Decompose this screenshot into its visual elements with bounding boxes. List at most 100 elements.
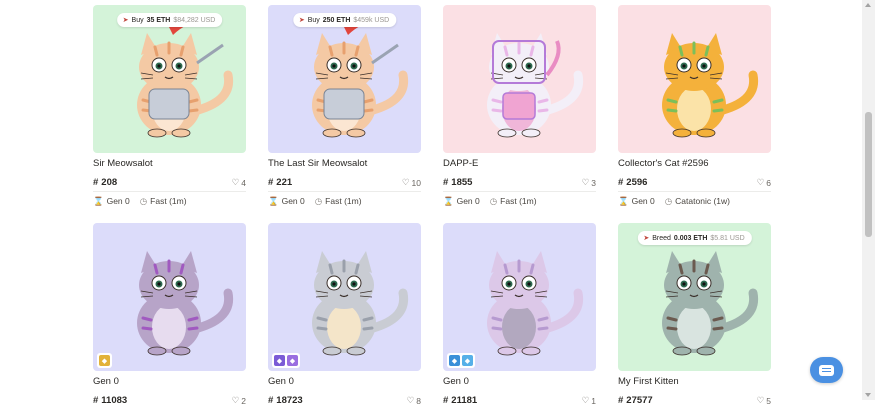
like-count: 6 [766, 177, 771, 188]
heart-icon: ♡ [581, 177, 590, 187]
kitty-name[interactable]: The Last Sir Meowsalot [268, 158, 367, 169]
kitty-id: #27577 [618, 395, 653, 406]
like-count: 1 [591, 395, 596, 406]
divider [268, 191, 421, 192]
kitty-meta: ⌛ Gen 0 ◷ Catatonic (1w) [618, 196, 730, 207]
hash-icon: # [443, 395, 449, 406]
kitty-card[interactable]: ◆ ◆ Gen 0 #21181 ♡ 1 [443, 223, 596, 413]
divider [443, 191, 596, 192]
cube-icon[interactable]: ◆ [462, 355, 473, 366]
clock-icon: ◷ [314, 196, 323, 206]
cattribute-badges: ◆ ◆ [272, 353, 300, 368]
kitty-card[interactable]: ➤ Buy 35 ETH $84,282 USD Sir Meowsalot #… [93, 5, 246, 206]
cattribute-badges: ◆ [97, 353, 112, 368]
kitty-card[interactable]: ➤ Breed 0.003 ETH $5.81 USD My First Kit… [618, 223, 771, 413]
coin-icon[interactable]: ◆ [99, 355, 110, 366]
kitty-image[interactable]: ◆ ◆ [443, 223, 596, 371]
kitty-image[interactable] [618, 5, 771, 153]
kitty-name[interactable]: DAPP-E [443, 158, 478, 169]
kitty-id-row: #18723 ♡ 8 [268, 395, 421, 409]
kitty-id-row: #1855 ♡ 3 [443, 177, 596, 191]
generation: Gen 0 [631, 196, 655, 206]
kitty-id-row: #2596 ♡ 6 [618, 177, 771, 191]
kitty-image[interactable] [443, 5, 596, 153]
kitty-card[interactable]: Collector's Cat #2596 #2596 ♡ 6 ⌛ Gen 0 ◷ C… [618, 5, 771, 206]
like-button[interactable]: ♡ 6 [757, 177, 771, 188]
like-button[interactable]: ♡ 3 [582, 177, 596, 188]
like-count: 5 [766, 395, 771, 406]
kitty-image[interactable]: ◆ ◆ [268, 223, 421, 371]
hash-icon: # [443, 177, 449, 188]
kitty-name[interactable]: Gen 0 [93, 376, 119, 387]
price-badge[interactable]: ➤ Buy 35 ETH $84,282 USD [116, 13, 223, 27]
chat-icon [819, 364, 834, 376]
heart-icon: ♡ [231, 177, 240, 187]
kitty-card[interactable]: ◆ ◆ Gen 0 #18723 ♡ 8 [268, 223, 421, 413]
price-usd: $459k USD [353, 16, 390, 24]
price-badge[interactable]: ➤ Buy 250 ETH $459k USD [292, 13, 397, 27]
heart-icon: ♡ [581, 395, 590, 405]
kitty-name[interactable]: Gen 0 [268, 376, 294, 387]
like-count: 3 [591, 177, 596, 188]
like-button[interactable]: ♡ 10 [402, 177, 421, 188]
kitty-id: #1855 [443, 177, 473, 188]
like-count: 10 [411, 177, 421, 188]
kitty-image[interactable]: ➤ Breed 0.003 ETH $5.81 USD [618, 223, 771, 371]
like-button[interactable]: ♡ 1 [582, 395, 596, 406]
scrollbar[interactable] [862, 0, 875, 400]
hash-icon: # [93, 177, 99, 188]
kitty-id: #21181 [443, 395, 478, 406]
kitty-name[interactable]: Gen 0 [443, 376, 469, 387]
like-count: 2 [241, 395, 246, 406]
kitty-id: #208 [93, 177, 118, 188]
kitty-image[interactable]: ◆ [93, 223, 246, 371]
price-amount: 250 ETH [322, 16, 351, 24]
price-action: Buy [131, 16, 144, 24]
gem-icon[interactable]: ◆ [274, 355, 285, 366]
hash-icon: # [93, 395, 99, 406]
price-badge[interactable]: ➤ Breed 0.003 ETH $5.81 USD [637, 231, 752, 245]
hash-icon: # [268, 395, 274, 406]
clock-icon: ◷ [489, 196, 498, 206]
kitty-image[interactable]: ➤ Buy 250 ETH $459k USD [268, 5, 421, 153]
cube-icon[interactable]: ◆ [449, 355, 460, 366]
kitty-name[interactable]: My First Kitten [618, 376, 679, 387]
heart-icon: ♡ [231, 395, 240, 405]
price-tag-icon: ➤ [122, 17, 129, 24]
like-button[interactable]: ♡ 4 [232, 177, 246, 188]
kitty-name[interactable]: Sir Meowsalot [93, 158, 153, 169]
hourglass-icon: ⌛ [93, 196, 104, 206]
kitty-name[interactable]: Collector's Cat #2596 [618, 158, 709, 169]
generation: Gen 0 [106, 196, 130, 206]
like-button[interactable]: ♡ 8 [407, 395, 421, 406]
price-amount: 35 ETH [146, 16, 171, 24]
price-action: Buy [307, 16, 320, 24]
kitty-id: #221 [268, 177, 293, 188]
like-button[interactable]: ♡ 2 [232, 395, 246, 406]
like-count: 8 [416, 395, 421, 406]
heart-icon: ♡ [406, 395, 415, 405]
kitty-card[interactable]: ◆ Gen 0 #11083 ♡ 2 [93, 223, 246, 413]
kitty-id-row: #221 ♡ 10 [268, 177, 421, 191]
chat-button[interactable] [810, 357, 843, 383]
kitty-image[interactable]: ➤ Buy 35 ETH $84,282 USD [93, 5, 246, 153]
scroll-up-arrow[interactable] [865, 3, 871, 7]
kitty-meta: ⌛ Gen 0 ◷ Fast (1m) [443, 196, 537, 207]
price-usd: $5.81 USD [710, 234, 745, 242]
kitty-card[interactable]: ➤ Buy 250 ETH $459k USD The Last Sir Meo… [268, 5, 421, 206]
heart-icon: ♡ [756, 177, 765, 187]
divider [93, 191, 246, 192]
scroll-thumb[interactable] [865, 112, 872, 237]
gem-icon[interactable]: ◆ [287, 355, 298, 366]
cooldown: Fast (1m) [150, 196, 187, 206]
cattribute-badges: ◆ ◆ [447, 353, 475, 368]
like-button[interactable]: ♡ 5 [757, 395, 771, 406]
hourglass-icon: ⌛ [268, 196, 279, 206]
hash-icon: # [618, 177, 624, 188]
price-usd: $84,282 USD [173, 16, 216, 24]
clock-icon: ◷ [664, 196, 673, 206]
heart-icon: ♡ [401, 177, 410, 187]
scroll-down-arrow[interactable] [865, 393, 871, 397]
heart-icon: ♡ [756, 395, 765, 405]
kitty-card[interactable]: DAPP-E #1855 ♡ 3 ⌛ Gen 0 ◷ Fast (1m) [443, 5, 596, 206]
